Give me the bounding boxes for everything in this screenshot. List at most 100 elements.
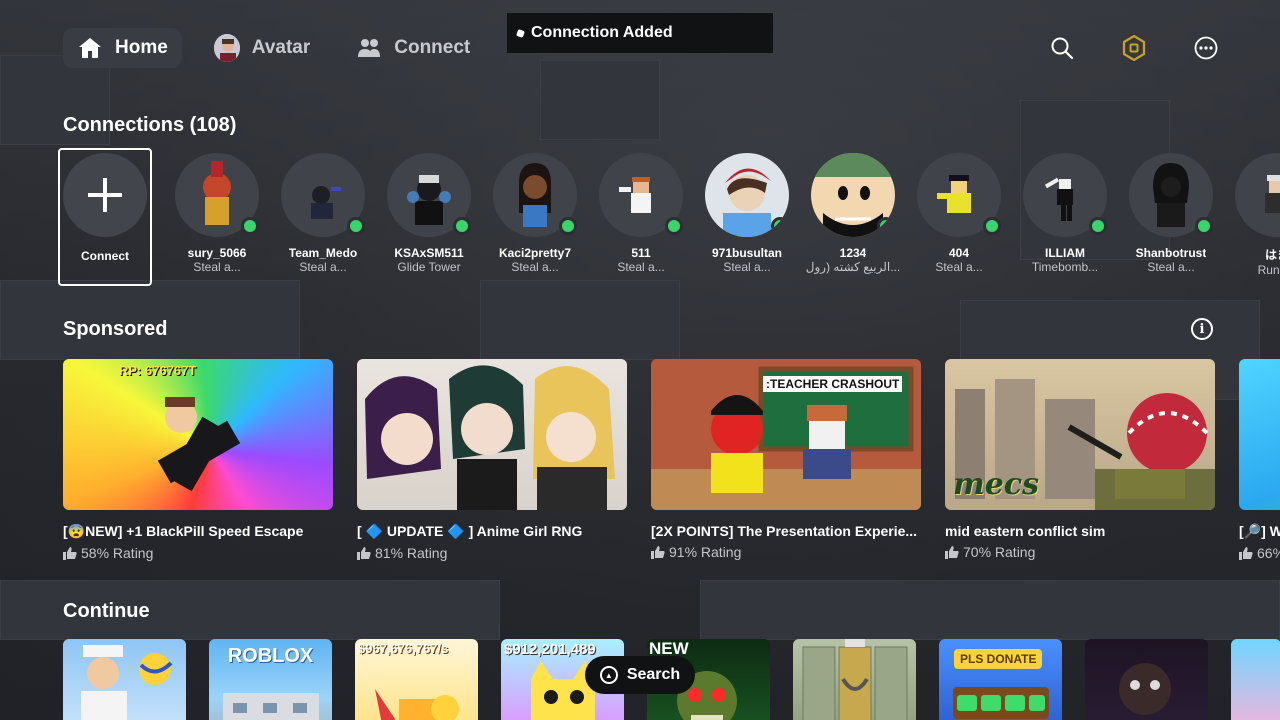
thumb-text: RP: 676767T [119, 363, 197, 378]
friend-avatar [917, 153, 1001, 237]
toast-text: Connection Added [531, 24, 673, 41]
online-indicator [559, 217, 577, 235]
rating-text: 66% [1257, 545, 1280, 561]
game-thumbnail [357, 359, 627, 510]
friend-status: Steal a... [723, 260, 771, 274]
friend-item[interactable]: Kaci2pretty7 Steal a... [482, 153, 588, 286]
continue-title: Continue [63, 600, 150, 622]
game-card[interactable]: mecs mid eastern conflict sim 70% Rating [945, 359, 1215, 561]
continue-item[interactable] [793, 639, 916, 720]
sponsored-title: Sponsored [63, 318, 168, 340]
friend-avatar [1235, 153, 1280, 237]
more-icon[interactable] [1192, 34, 1220, 62]
friend-name: sury_5066 [187, 246, 247, 260]
friend-avatar [493, 153, 577, 237]
online-indicator [983, 217, 1001, 235]
game-rating: 81% Rating [357, 545, 627, 561]
friend-item[interactable]: 511 Steal a... [588, 153, 694, 286]
home-icon [77, 35, 103, 61]
friend-name: Team_Medo [288, 246, 358, 260]
online-indicator [877, 217, 895, 235]
game-card[interactable]: [🔎] W 66% [1239, 359, 1280, 561]
friend-avatar [1129, 153, 1213, 237]
people-icon [356, 35, 382, 61]
nav-home-label: Home [115, 37, 168, 58]
friend-item[interactable]: Team_Medo Steal a... [270, 153, 376, 286]
game-rating: 70% Rating [945, 544, 1215, 560]
game-card[interactable]: :TEACHER CRASHOUT [2X POINTS] The Presen… [651, 359, 921, 561]
nav-home[interactable]: Home [63, 28, 182, 68]
game-title: [ 🔷 UPDATE 🔷 ] Anime Girl RNG [357, 523, 583, 539]
nav-connect[interactable]: Connect [342, 28, 484, 68]
friend-item[interactable]: ILLIAM Timebomb... [1012, 153, 1118, 286]
friend-item[interactable]: sury_5066 Steal a... [164, 153, 270, 286]
friend-name: 511 [631, 246, 651, 260]
game-rating: 58% Rating [63, 545, 333, 561]
friend-name: Shanbotrust [1135, 246, 1207, 260]
friend-item[interactable]: 404 Steal a... [906, 153, 1012, 286]
friend-name: Kaci2pretty7 [498, 246, 572, 260]
game-thumbnail: :TEACHER CRASHOUT [651, 359, 921, 510]
friend-status: Timebomb... [1031, 260, 1099, 274]
friend-item[interactable]: KSAxSM511 Glide Tower [376, 153, 482, 286]
nav-connect-label: Connect [394, 37, 471, 58]
friend-status: Glide Tower [397, 260, 461, 274]
robux-icon[interactable] [1120, 34, 1148, 62]
rating-text: 58% Rating [81, 545, 154, 561]
online-indicator [453, 217, 471, 235]
friend-status: Steal a... [617, 260, 665, 274]
friend-item[interactable]: 1234 الربيع كشته (رول... [800, 153, 906, 286]
game-title: [🔎] W [1239, 523, 1280, 539]
nav-avatar[interactable]: Avatar [200, 28, 324, 68]
continue-item[interactable]: $967,676,767/s [355, 639, 478, 720]
game-card[interactable]: RP: 676767T [😨NEW] +1 BlackPill Speed Es… [63, 359, 333, 561]
friend-status: Run on [1257, 263, 1280, 277]
friend-item[interactable]: 971busultan Steal a... [694, 153, 800, 286]
friend-item[interactable]: はま Run on [1224, 153, 1280, 286]
thumbs-up-icon [945, 545, 959, 559]
online-indicator [241, 217, 259, 235]
friend-avatar [811, 153, 895, 237]
game-title: [2X POINTS] The Presentation Experie... [651, 523, 918, 539]
friend-status: Steal a... [193, 260, 241, 274]
game-title: mid eastern conflict sim [945, 523, 1106, 539]
thumbs-up-icon [63, 546, 77, 560]
online-indicator [347, 217, 365, 235]
game-card[interactable]: [ 🔷 UPDATE 🔷 ] Anime Girl RNG 81% Rating [357, 359, 627, 561]
friend-name: 404 [948, 246, 970, 260]
game-title: [😨NEW] +1 BlackPill Speed Escape [63, 523, 304, 539]
friend-name: 1234 [839, 246, 867, 260]
bg-block [480, 280, 680, 360]
rating-text: 91% Rating [669, 544, 742, 560]
search-button-label: Search [626, 666, 681, 683]
top-right-actions [1004, 34, 1220, 62]
continue-item[interactable] [1085, 639, 1208, 720]
game-rating: 91% Rating [651, 544, 921, 560]
online-indicator [771, 217, 789, 235]
thumb-text: :TEACHER CRASHOUT [763, 376, 903, 392]
friend-item[interactable]: Shanbotrust Steal a... [1118, 153, 1224, 286]
online-indicator [1195, 217, 1213, 235]
online-indicator [1089, 217, 1107, 235]
friend-avatar [1023, 153, 1107, 237]
connect-label: Connect [81, 249, 129, 263]
friend-avatar [599, 153, 683, 237]
continue-item[interactable] [1231, 639, 1280, 720]
continue-item[interactable]: ROBLOX [209, 639, 332, 720]
friend-avatar [175, 153, 259, 237]
connections-row: Connect sury_5066 Steal a... Team_Medo S… [58, 148, 1280, 286]
info-icon[interactable]: i [1191, 318, 1213, 340]
thumb-text: mecs [953, 467, 1039, 502]
toast-icon [516, 28, 525, 38]
search-icon[interactable] [1048, 34, 1076, 62]
friend-avatar [281, 153, 365, 237]
connect-button[interactable]: Connect [58, 148, 152, 286]
thumbs-up-icon [651, 545, 665, 559]
rating-text: 70% Rating [963, 544, 1036, 560]
continue-item[interactable]: PLS DONATE [939, 639, 1062, 720]
connections-title: Connections (108) [63, 114, 237, 136]
search-button[interactable]: ▲ Search [585, 656, 695, 694]
continue-item[interactable] [63, 639, 186, 720]
plus-icon [63, 153, 147, 237]
top-navigation: Home Avatar Connect [63, 28, 502, 68]
